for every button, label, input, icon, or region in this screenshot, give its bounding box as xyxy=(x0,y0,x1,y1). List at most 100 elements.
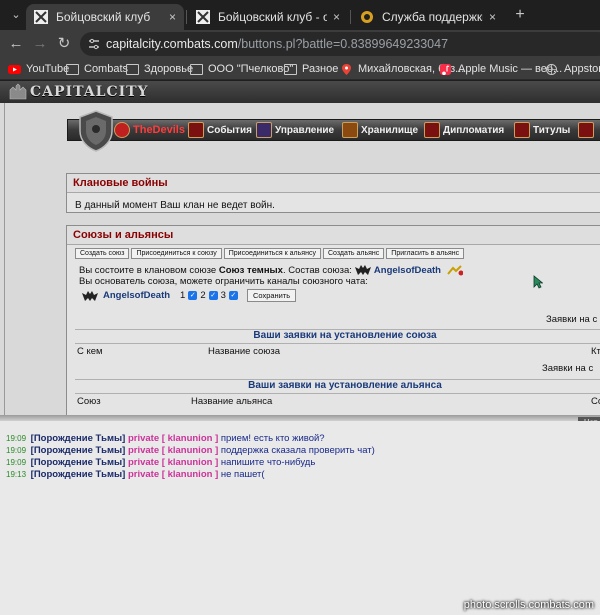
join-union-button[interactable]: Присоединиться к союзу xyxy=(131,248,222,259)
folder-icon xyxy=(66,63,79,75)
tab-search-icon[interactable]: ⌄ xyxy=(6,5,26,25)
clan-link-angelsofdeath[interactable]: AngelsofDeath xyxy=(103,290,170,301)
bookmark-appstorre[interactable]: Appstorre xyxy=(546,61,600,77)
tab-close-icon[interactable]: × xyxy=(489,10,496,24)
chat-channel[interactable]: private [ klanunion ] xyxy=(128,457,218,468)
watermark: photo.scrolls.combats.com xyxy=(463,599,594,611)
bookmark-health[interactable]: Здоровье xyxy=(126,61,193,77)
game-page: CAPITALCITY TheDevils События Управление… xyxy=(0,81,600,615)
tab-title: Бойцовский клуб xyxy=(56,10,151,24)
game-top-strip: CAPITALCITY xyxy=(0,81,600,103)
globe-icon xyxy=(546,63,557,75)
menu-titles[interactable]: Титулы xyxy=(514,120,570,140)
combats-favicon-icon xyxy=(34,10,48,24)
tab-fight-club-online[interactable]: Бойцовский клуб - онлайн игр × xyxy=(188,4,348,30)
create-alliance-button[interactable]: Создать альянс xyxy=(322,248,385,259)
folder-icon xyxy=(284,63,297,75)
chat-message: 19:09 [Порождение Тьмы] private [ klanun… xyxy=(6,457,316,468)
invite-alliance-button[interactable]: Пригласить в альянс xyxy=(386,248,465,259)
save-button[interactable]: Сохранить xyxy=(246,289,297,302)
union-founder-line: Вы основатель союза, можете ограничить к… xyxy=(79,276,368,287)
alliance-requests-columns: Союз Название альянса Со xyxy=(75,393,600,409)
bookmarks-bar: YouTube Combats Здоровье ООО "Пчелково" … xyxy=(0,58,600,80)
map-pin-icon xyxy=(342,63,351,75)
chat-channel[interactable]: private [ klanunion ] xyxy=(128,469,218,480)
crown-icon xyxy=(514,122,530,138)
chat-author[interactable]: [Порождение Тьмы] xyxy=(31,433,126,444)
menu-diplomacy[interactable]: Дипломатия xyxy=(424,120,504,140)
clan-wars-title: Клановые войны xyxy=(67,174,600,193)
clan-wars-text: В данный момент Ваш клан не ведет войн. xyxy=(75,200,275,211)
swords-icon xyxy=(188,122,204,138)
chest-icon xyxy=(342,122,358,138)
chat-author[interactable]: [Порождение Тьмы] xyxy=(31,457,126,468)
new-tab-button[interactable]: + xyxy=(510,5,530,25)
youtube-icon xyxy=(8,64,21,74)
col-union-name: Название союза xyxy=(208,346,280,357)
create-union-button[interactable]: Создать союз xyxy=(75,248,130,259)
bookmark-misc[interactable]: Разное xyxy=(284,61,338,77)
alliance-requests-title: Ваши заявки на установление альянса xyxy=(75,379,600,393)
capitalcity-logo: CAPITALCITY xyxy=(30,84,149,100)
union-requests-columns: С кем Название союза Кт xyxy=(75,343,600,359)
menu-events[interactable]: События xyxy=(188,120,252,140)
clan-bat-icon xyxy=(354,265,371,275)
chat-author[interactable]: [Порождение Тьмы] xyxy=(31,469,126,480)
union-name: Союз темных xyxy=(218,264,283,276)
menu-storage[interactable]: Хранилище xyxy=(342,120,418,140)
col-with-whom: С кем xyxy=(77,346,103,357)
chat-channel[interactable]: private [ klanunion ] xyxy=(128,445,218,456)
clan-shield-icon xyxy=(79,110,113,152)
col-alliance-name: Название альянса xyxy=(191,396,273,407)
mouse-cursor-icon xyxy=(533,275,543,289)
clan-wars-panel: Клановые войны В данный момент Ваш клан … xyxy=(66,173,600,213)
col-union: Союз xyxy=(77,396,101,407)
address-path: /buttons.pl?battle=0.83899649233047 xyxy=(237,37,449,51)
channel-restrict-row: AngelsofDeath 1 ✓ 2 ✓ 3 ✓ Сохранить xyxy=(79,289,297,302)
menu-thedevils[interactable]: TheDevils xyxy=(114,120,185,140)
channel-3-checkbox[interactable]: ✓ xyxy=(228,291,238,300)
alliances-title: Союзы и альянсы xyxy=(67,226,600,245)
tab-bar: ⌄ Бойцовский клуб × Бойцовский клуб - он… xyxy=(0,0,600,30)
union-info-icon[interactable] xyxy=(447,264,463,276)
tab-close-icon[interactable]: × xyxy=(169,10,176,24)
chat-message: 19:09 [Порождение Тьмы] private [ klanun… xyxy=(6,433,325,444)
support-favicon-icon xyxy=(361,11,373,23)
alliance-actions: Создать союз Присоединиться к союзу Прис… xyxy=(75,248,465,259)
bookmark-youtube[interactable]: YouTube xyxy=(8,61,69,77)
tab-fight-club[interactable]: Бойцовский клуб × xyxy=(26,4,184,30)
clan-content: TheDevils События Управление Хранилище Д… xyxy=(4,103,600,420)
clan-bat-icon xyxy=(82,290,98,301)
col-right-2: Со xyxy=(591,396,600,407)
chat-author[interactable]: [Порождение Тьмы] xyxy=(31,445,126,456)
address-bar[interactable]: capitalcity.combats.com/buttons.pl?battl… xyxy=(80,32,600,56)
join-alliance-button[interactable]: Присоединиться к альянсу xyxy=(223,248,321,259)
bookmark-combats[interactable]: Combats xyxy=(66,61,128,77)
chat-message: 19:13 [Порождение Тьмы] private [ klanun… xyxy=(6,469,265,480)
bookmark-apple-music[interactable]: Apple Music — веб... xyxy=(440,61,562,77)
browser-toolbar: ← → ↻ capitalcity.combats.com/buttons.pl… xyxy=(0,30,600,58)
combats-favicon-icon xyxy=(196,10,210,24)
gear-emblem-icon xyxy=(256,122,272,138)
chat-channel[interactable]: private [ klanunion ] xyxy=(128,433,218,444)
union-requests-title: Ваши заявки на установление союза xyxy=(75,329,600,343)
clan-menu-bar: TheDevils События Управление Хранилище Д… xyxy=(67,119,600,141)
forward-arrow-icon[interactable]: → xyxy=(30,34,50,54)
reload-icon[interactable]: ↻ xyxy=(54,34,74,54)
clan-link-angelsofdeath[interactable]: AngelsofDeath xyxy=(374,265,441,276)
tab-close-icon[interactable]: × xyxy=(333,10,340,24)
site-info-icon[interactable] xyxy=(88,38,100,50)
tab-title: Бойцовский клуб - онлайн игр xyxy=(218,10,327,24)
union-membership-line: Вы состоите в клановом союзе Союз темных… xyxy=(79,264,466,276)
bookmark-pchelkovo[interactable]: ООО "Пчелково" xyxy=(190,61,293,77)
back-arrow-icon[interactable]: ← xyxy=(6,34,26,54)
channel-2-checkbox[interactable]: ✓ xyxy=(208,291,218,300)
more-icon xyxy=(578,122,594,138)
eagle-icon xyxy=(424,122,440,138)
tab-support[interactable]: Служба поддержки Бойцовско × xyxy=(352,4,504,30)
alliance-requests-header-right: Заявки на с xyxy=(542,363,594,374)
channel-1-checkbox[interactable]: ✓ xyxy=(188,291,198,300)
tab-title: Служба поддержки Бойцовско xyxy=(382,10,483,24)
menu-management[interactable]: Управление xyxy=(256,120,334,140)
menu-more[interactable] xyxy=(578,120,597,140)
